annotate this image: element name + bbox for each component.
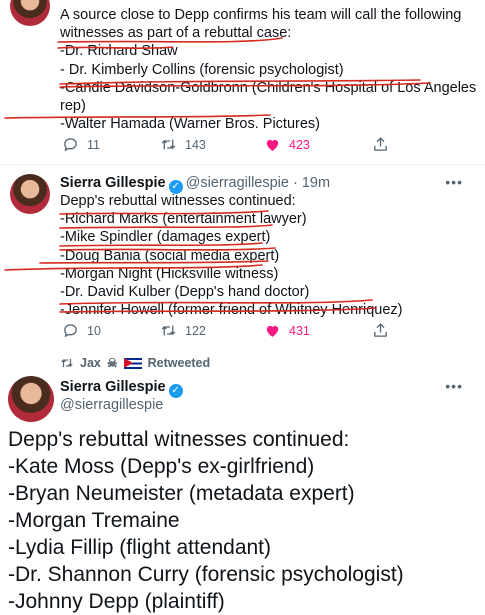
retweet-banner[interactable]: Jax ☠ Retweeted (60, 356, 210, 370)
retweeter-name[interactable]: Jax (80, 356, 101, 370)
verified-badge-icon: ✓ (168, 384, 183, 398)
reply-icon (64, 324, 77, 338)
tweet-1[interactable]: A source close to Depp confirms his team… (0, 0, 485, 160)
retweet-count: 122 (185, 323, 206, 338)
tweet-2-actions: 10 122 431 (62, 322, 395, 342)
puerto-rico-flag-icon (123, 357, 142, 369)
tweet-2-header: Sierra Gillespie ✓ @sierragillespie · 19m (60, 174, 330, 194)
share-button[interactable] (372, 322, 389, 342)
author-handle[interactable]: @sierragillespie (60, 396, 163, 414)
author-name[interactable]: Sierra Gillespie (60, 175, 166, 191)
avatar[interactable] (10, 0, 50, 26)
tweet-2[interactable]: Sierra Gillespie ✓ @sierragillespie · 19m … (0, 166, 485, 352)
avatar[interactable] (10, 174, 50, 214)
share-button[interactable] (372, 136, 389, 156)
tweet-time[interactable]: · 19m (293, 175, 330, 191)
tweet-3-text: Depp's rebuttal witnesses continued: -Ka… (8, 428, 404, 613)
retweet-count: 143 (185, 137, 206, 152)
retweet-icon (61, 358, 73, 368)
share-icon (374, 137, 387, 151)
like-count: 431 (289, 323, 310, 338)
tweet-2-text: Depp's rebuttal witnesses continued: -Ri… (60, 193, 403, 319)
heart-icon (266, 325, 279, 337)
reply-count: 11 (87, 137, 100, 152)
more-icon[interactable]: ••• (445, 378, 463, 394)
retweet-icon (161, 139, 176, 150)
tweet-1-text: A source close to Depp confirms his team… (60, 7, 477, 133)
divider (0, 164, 485, 165)
like-count: 423 (289, 137, 310, 152)
reply-button[interactable]: 11 (62, 136, 100, 153)
like-button[interactable]: 431 (264, 322, 310, 339)
retweet-icon (161, 325, 176, 336)
share-icon (374, 323, 387, 337)
reply-button[interactable]: 10 (62, 322, 101, 339)
retweeted-label: Retweeted (147, 356, 211, 370)
more-icon[interactable]: ••• (445, 174, 463, 190)
skull-icon: ☠ (106, 356, 118, 370)
retweet-button[interactable]: 143 (160, 136, 206, 153)
avatar[interactable] (8, 376, 54, 422)
like-button[interactable]: 423 (264, 136, 310, 153)
heart-icon (266, 139, 279, 151)
author-name[interactable]: Sierra Gillespie (60, 379, 166, 395)
tweet-3-header: Sierra Gillespie ✓ (60, 378, 186, 398)
tweet-1-actions: 11 143 423 (62, 136, 395, 156)
reply-count: 10 (87, 323, 101, 338)
author-handle[interactable]: @sierragillespie (186, 175, 289, 191)
retweet-button[interactable]: 122 (160, 322, 206, 339)
reply-icon (64, 138, 77, 152)
